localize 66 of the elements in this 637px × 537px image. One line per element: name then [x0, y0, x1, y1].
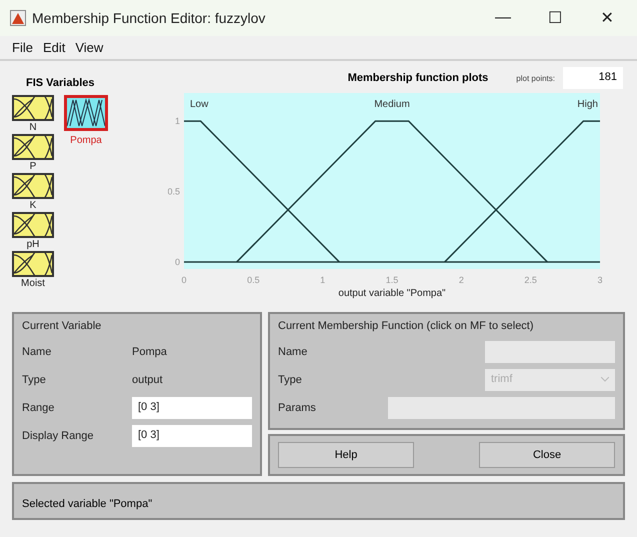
input-variable[interactable]	[12, 251, 54, 277]
menu-item[interactable]: File	[12, 40, 33, 55]
membership-curve[interactable]	[444, 120, 600, 262]
plot-title: Membership function plots	[348, 72, 488, 84]
variable-label: Pompa	[70, 135, 102, 146]
field-value: Pompa	[132, 346, 168, 358]
tick-label: 2	[458, 275, 464, 285]
mf-label: Medium	[374, 99, 410, 110]
chevron-icon	[601, 377, 609, 383]
mf-label: Low	[190, 99, 208, 110]
membership-icon	[14, 136, 52, 158]
menu-item[interactable]: View	[75, 40, 104, 55]
menu-item[interactable]: Edit	[42, 40, 66, 55]
membership-curve[interactable]	[236, 120, 548, 262]
input-variable[interactable]	[12, 212, 54, 238]
field-label: Params	[278, 402, 317, 414]
section-title: FIS Variables	[26, 77, 96, 89]
tick-label: 1	[320, 275, 326, 285]
field-label: Name	[278, 346, 308, 358]
tick-label: 3	[598, 275, 602, 285]
tick-label: 0.5	[168, 186, 180, 197]
field-value: output	[132, 374, 164, 386]
mf-label: High	[577, 99, 598, 110]
input-variable[interactable]	[12, 134, 54, 160]
window-control[interactable]: ☐	[533, 3, 577, 33]
field-label: Range	[22, 402, 56, 414]
variable-label: P	[30, 161, 36, 172]
variable-label: N	[29, 122, 37, 133]
membership-icon	[14, 97, 52, 119]
tick-label: 1	[174, 116, 180, 126]
tick-label: 2.5	[524, 275, 537, 285]
panel-title: Current Variable	[22, 320, 102, 332]
field-label: Name	[22, 346, 52, 358]
window-control[interactable]: ✕	[585, 3, 629, 33]
window-title: Membership Function Editor: fuzzylov	[32, 10, 266, 26]
field-label: plot points:	[516, 74, 555, 82]
field-label: Type	[22, 374, 47, 386]
window-control[interactable]: —	[481, 3, 525, 33]
tick-label: 0	[182, 275, 186, 285]
output-variable[interactable]	[64, 95, 108, 131]
membership-icon	[14, 253, 52, 275]
plot-points-field[interactable]: 181	[563, 67, 623, 89]
name-field[interactable]	[485, 341, 615, 363]
params-field[interactable]	[388, 397, 615, 419]
membership-icon	[67, 98, 105, 128]
variable-label: Moist	[21, 278, 45, 289]
variable-label: pH	[26, 239, 40, 250]
range-field[interactable]: [0 3]	[132, 425, 252, 447]
dialog-button[interactable]: Help	[278, 442, 414, 468]
dialog-button[interactable]: Close	[479, 442, 615, 468]
field-label: Display Range	[22, 430, 95, 442]
axis-label: output variable "Pompa"	[338, 288, 446, 299]
variable-label: K	[30, 200, 36, 211]
input-variable[interactable]	[12, 173, 54, 199]
status-text: Selected variable "Pompa"	[22, 498, 152, 510]
membership-icon	[14, 175, 52, 197]
range-field[interactable]: [0 3]	[132, 397, 252, 419]
tick-label: 1.5	[386, 275, 398, 285]
tick-label: 0.5	[247, 275, 260, 285]
app-icon	[10, 10, 26, 26]
panel-title: Current Membership Function (click on MF to select)	[278, 320, 535, 332]
input-variable[interactable]	[12, 95, 54, 121]
tick-label: 0	[174, 256, 180, 267]
membership-icon	[14, 214, 52, 236]
field-label: Type	[278, 374, 303, 386]
membership-curve[interactable]	[184, 120, 340, 262]
